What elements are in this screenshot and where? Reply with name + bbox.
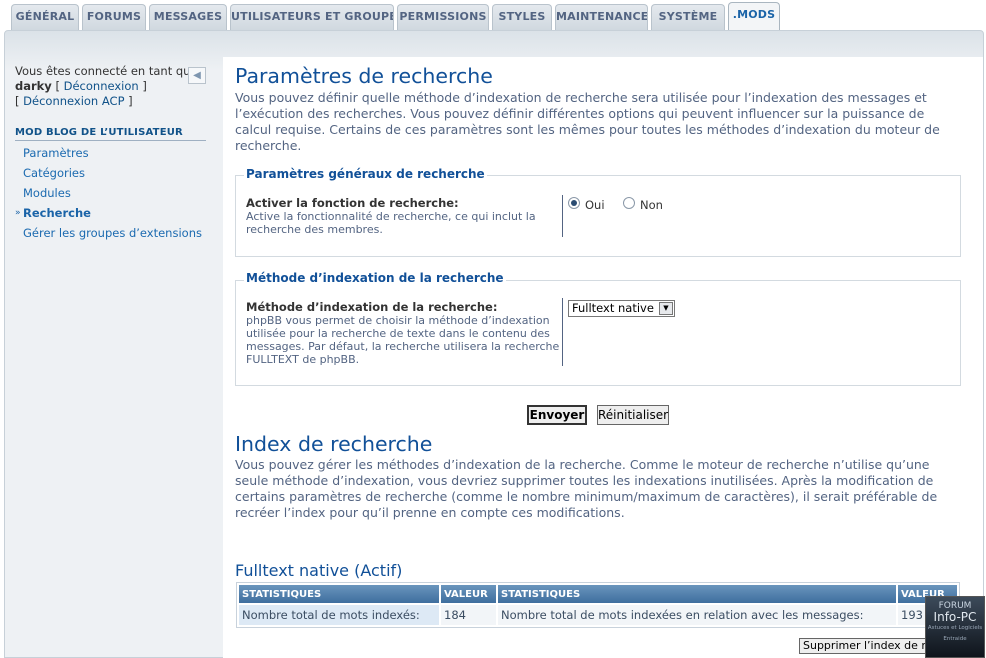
dropdown-arrow-icon: ▼ xyxy=(659,302,673,315)
tab-mods[interactable]: .MODS xyxy=(728,2,780,31)
sidebar-item-parametres[interactable]: Paramètres xyxy=(23,146,89,160)
forum-watermark-logo: FORUM Info-PC Astuces et Logiciels Entra… xyxy=(925,596,985,658)
sidebar-section-title: MOD BLOG DE L’UTILISATEUR xyxy=(15,127,206,141)
index-method-title: Méthode d’indexation de la recherche: xyxy=(246,300,498,314)
username: darky xyxy=(15,79,52,93)
search-enable-yes-radio[interactable] xyxy=(568,197,580,209)
watermark-line3: Astuces et Logiciels Entraide xyxy=(927,625,983,642)
col-header: STATISTIQUES xyxy=(498,585,896,603)
watermark-line2: Info-PC xyxy=(933,610,977,624)
collapse-sidebar-icon[interactable]: ◀ xyxy=(188,67,206,84)
sidebar-user-info: Vous êtes connecté en tant que darky [ D… xyxy=(15,64,189,108)
col-header: STATISTIQUES xyxy=(239,585,439,603)
stat-label: Nombre total de mots indexées en relatio… xyxy=(498,605,896,625)
tab-general[interactable]: GÉNÉRAL xyxy=(11,4,79,30)
active-bullet-icon: » xyxy=(15,208,21,218)
divider xyxy=(562,298,563,366)
tab-permissions[interactable]: PERMISSIONS xyxy=(397,4,489,30)
table-row: Nombre total de mots indexés: 184 Nombre… xyxy=(239,605,957,625)
page-description: Vous pouvez définir quelle méthode d’ind… xyxy=(235,90,940,153)
enable-search-explain: Active la fonctionnalité de recherche, c… xyxy=(246,210,536,236)
search-enable-no-radio[interactable] xyxy=(623,197,635,209)
table-header-row: STATISTIQUES VALEUR STATISTIQUES VALEUR xyxy=(239,585,957,603)
logout-link[interactable]: Déconnexion xyxy=(64,79,139,93)
stat-value: 184 xyxy=(441,605,496,625)
enable-search-title: Activer la fonction de recherche: xyxy=(246,196,459,210)
tab-styles[interactable]: STYLES xyxy=(492,4,552,30)
index-section-description: Vous pouvez gérer les méthodes d’indexat… xyxy=(235,457,938,520)
main-tabs: GÉNÉRAL FORUMS MESSAGES UTILISATEURS ET … xyxy=(0,0,986,31)
sidebar-item-modules[interactable]: Modules xyxy=(23,186,71,200)
index-method-label: Méthode d’indexation de la recherche: ph… xyxy=(246,300,562,367)
stats-table: STATISTIQUES VALEUR STATISTIQUES VALEUR … xyxy=(236,582,960,628)
reset-button[interactable]: Réinitialiser xyxy=(597,405,669,425)
index-method-explain: phpBB vous permet de choisir la méthode … xyxy=(246,314,560,366)
page-title: Paramètres de recherche xyxy=(235,64,493,88)
sidebar-item-categories[interactable]: Catégories xyxy=(23,166,85,180)
search-enable-yes-label: Oui xyxy=(585,198,605,212)
tab-users-groups[interactable]: UTILISATEURS ET GROUPES xyxy=(230,4,394,30)
tab-system[interactable]: SYSTÈME xyxy=(651,4,725,30)
logout-acp-link[interactable]: Déconnexion ACP xyxy=(23,94,124,108)
sidebar-item-extension-groups[interactable]: Gérer les groupes d’extensions xyxy=(23,226,202,240)
search-enable-no-label: Non xyxy=(640,198,663,212)
stat-label: Nombre total de mots indexés: xyxy=(239,605,439,625)
index-method-legend: Méthode d’indexation de la recherche xyxy=(244,271,506,285)
tab-forums[interactable]: FORUMS xyxy=(82,4,146,30)
connected-text: Vous êtes connecté en tant que xyxy=(15,64,189,78)
sidebar-item-recherche[interactable]: Recherche xyxy=(23,206,91,220)
col-header: VALEUR xyxy=(441,585,496,603)
submit-button[interactable]: Envoyer xyxy=(527,405,587,425)
enable-search-label: Activer la fonction de recherche: Active… xyxy=(246,196,558,237)
index-method-selected: Fulltext native xyxy=(572,301,654,315)
backend-title: Fulltext native (Actif) xyxy=(235,561,403,580)
index-section-title: Index de recherche xyxy=(235,432,433,456)
divider xyxy=(562,195,563,237)
tab-messages[interactable]: MESSAGES xyxy=(149,4,227,30)
index-method-select[interactable]: Fulltext native ▼ xyxy=(568,300,675,317)
tab-maintenance[interactable]: MAINTENANCE xyxy=(555,4,648,30)
general-settings-legend: Paramètres généraux de recherche xyxy=(244,167,487,181)
